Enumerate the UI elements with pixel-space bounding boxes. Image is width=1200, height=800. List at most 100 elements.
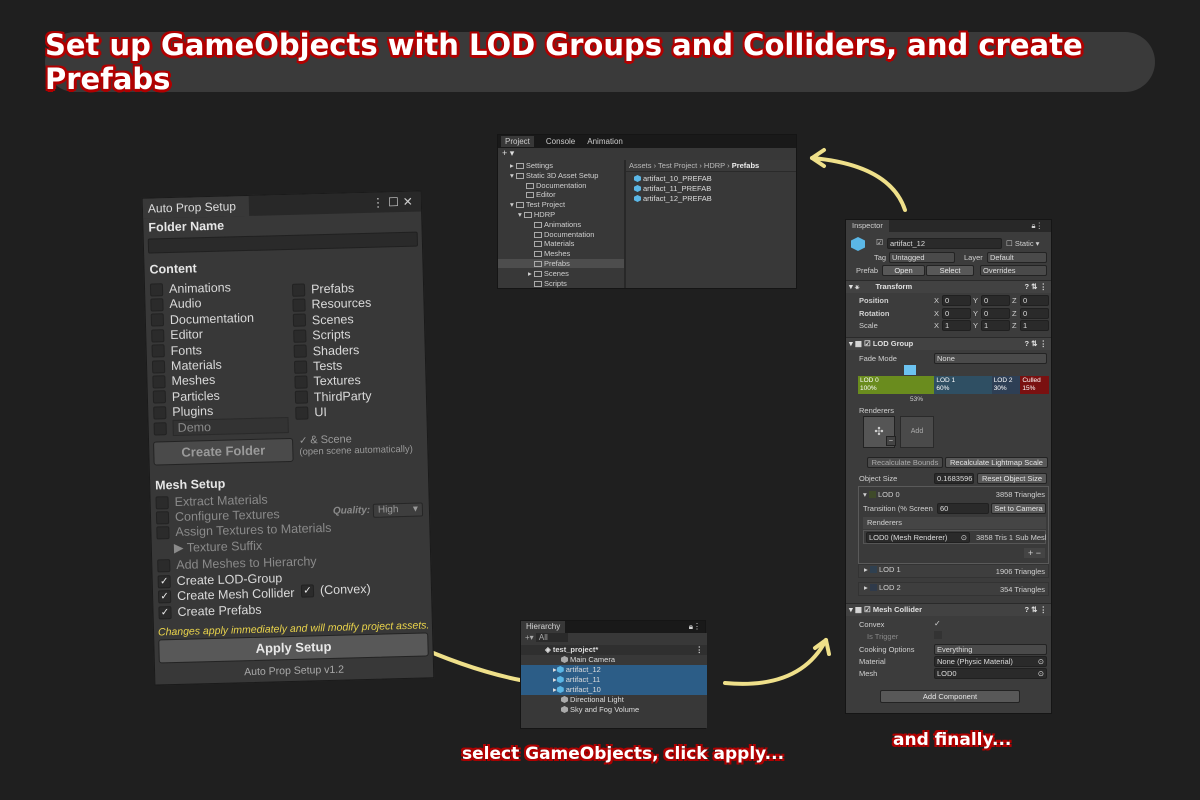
recalculate-bounds-button[interactable]: Recalculate Bounds [867, 457, 943, 468]
file-item[interactable]: artifact_10_PREFAB [634, 174, 712, 183]
assign-textures-checkbox[interactable] [156, 525, 170, 539]
object-size-field[interactable]: 0.1683596 [934, 473, 974, 484]
more-icon[interactable]: ⋮ [696, 645, 704, 655]
lock-icon[interactable]: 🔒︎⋮ [689, 622, 701, 632]
scene-row[interactable]: ◈ test_project* ⋮ [521, 645, 707, 655]
component-menu-icon[interactable]: ? ⇅ ⋮ [1024, 281, 1047, 293]
mesh-field[interactable]: LOD0 ⊙ [934, 668, 1047, 679]
content-checkbox[interactable] [294, 390, 309, 405]
content-checkbox[interactable] [291, 283, 306, 297]
component-menu-icon[interactable]: ? ⇅ ⋮ [1024, 338, 1047, 350]
create-collider-checkbox[interactable]: ✓ [157, 589, 172, 603]
transform-rotation-x-field[interactable]: 0 [942, 307, 971, 319]
transform-rotation-y-field[interactable]: 0 [981, 307, 1010, 319]
reset-object-size-button[interactable]: Reset Object Size [977, 473, 1047, 484]
hierarchy-row[interactable]: ▸ artifact_12 [521, 665, 707, 675]
object-picker-icon[interactable]: ⊙ [1038, 657, 1044, 666]
content-checkbox[interactable] [295, 406, 309, 420]
tree-item[interactable]: Materials [498, 239, 624, 248]
add-renderer-button[interactable]: Add [900, 416, 934, 448]
tree-item[interactable]: Documentation [498, 230, 624, 239]
content-checkbox[interactable] [149, 282, 164, 297]
lod-bar-lod1[interactable]: LOD 1 60% [934, 376, 992, 394]
content-checkbox[interactable] [292, 298, 306, 312]
tree-item[interactable]: Animations [498, 220, 624, 229]
set-to-camera-button[interactable]: Set to Camera [991, 503, 1046, 514]
tab-project[interactable]: Project [501, 136, 534, 147]
lod-bar-lod2[interactable]: LOD 2 30% [991, 376, 1021, 394]
content-checkbox[interactable] [293, 359, 308, 374]
content-checkbox[interactable] [150, 313, 165, 327]
tree-item[interactable]: Scripts [498, 279, 624, 288]
renderer-add-remove[interactable]: + − [1023, 548, 1045, 558]
remove-renderer-button[interactable]: − [886, 436, 896, 446]
more-icon[interactable]: ⋮ [372, 195, 388, 209]
transform-header[interactable]: ▾ ⚹ Transform ? ⇅ ⋮ [846, 280, 1051, 293]
content-checkbox[interactable] [150, 298, 164, 312]
tree-item[interactable]: Documentation [498, 181, 624, 190]
transform-position-x-field[interactable]: 0 [942, 295, 971, 306]
layer-dropdown[interactable]: Default [987, 252, 1047, 263]
tab-hierarchy[interactable]: Hierarchy [521, 621, 566, 633]
window-tab[interactable]: Auto Prop Setup [142, 195, 250, 219]
lod0-renderer-field[interactable]: LOD0 (Mesh Renderer) ⊙ [866, 532, 970, 543]
configure-textures-checkbox[interactable] [155, 510, 170, 524]
breadcrumb-hdrp[interactable]: HDRP [704, 161, 725, 170]
add-meshes-checkbox[interactable] [157, 558, 171, 572]
lod-group-header[interactable]: ▾ ▦ ☑ LOD Group ? ⇅ ⋮ [846, 337, 1051, 350]
add-component-button[interactable]: Add Component [880, 690, 1020, 703]
content-checkbox[interactable] [292, 313, 307, 328]
transform-scale-z-field[interactable]: 1 [1020, 320, 1049, 331]
maximize-icon[interactable]: ☐ [388, 195, 403, 209]
hierarchy-row[interactable]: ▸ artifact_10 [521, 685, 707, 695]
static-toggle[interactable]: ☐ Static ▾ [1006, 239, 1039, 248]
lock-icon[interactable]: 🔒︎⋮ [1026, 220, 1050, 232]
hierarchy-row[interactable]: Main Camera [521, 655, 707, 665]
expand-arrow-icon[interactable]: ▸ [553, 685, 557, 694]
material-field[interactable]: None (Physic Material) ⊙ [934, 656, 1047, 667]
tree-item[interactable]: ▾ HDRP [498, 210, 624, 219]
file-item[interactable]: artifact_11_PREFAB [634, 184, 711, 193]
create-prefabs-checkbox[interactable]: ✓ [158, 605, 172, 619]
demo-checkbox[interactable] [153, 421, 167, 436]
tab-inspector[interactable]: Inspector [846, 220, 889, 232]
object-picker-icon[interactable]: ⊙ [1038, 669, 1044, 678]
tree-item[interactable]: Meshes [498, 249, 624, 258]
tree-item[interactable]: ▾ Static 3D Asset Setup [498, 171, 624, 180]
file-item[interactable]: artifact_12_PREFAB [634, 194, 712, 203]
tree-item[interactable]: ▾ Test Project [498, 200, 624, 209]
is-trigger-checkbox[interactable] [934, 631, 942, 639]
object-name-field[interactable]: artifact_12 [887, 238, 1002, 249]
demo-input[interactable]: Demo [172, 416, 289, 437]
transform-rotation-z-field[interactable]: 0 [1020, 307, 1049, 319]
search-input[interactable]: All [535, 633, 568, 642]
mesh-collider-header[interactable]: ▾ ▦ ☑ Mesh Collider ? ⇅ ⋮ [846, 603, 1051, 616]
hierarchy-row[interactable]: ▸ artifact_11 [521, 675, 707, 685]
cooking-dropdown[interactable]: Everything [934, 644, 1047, 655]
camera-icon[interactable] [904, 365, 916, 375]
lod2-row[interactable]: ▸ LOD 2 354 Triangles [858, 582, 1049, 596]
transform-position-z-field[interactable]: 0 [1020, 295, 1049, 306]
breadcrumb-current[interactable]: Prefabs [732, 161, 760, 170]
close-icon[interactable]: ✕ [403, 195, 417, 209]
project-add-button[interactable]: + ▾ [498, 148, 796, 160]
create-lod-checkbox[interactable]: ✓ [157, 574, 171, 588]
extract-materials-checkbox[interactable] [155, 495, 169, 509]
convex-checkbox[interactable]: ✓ [300, 583, 315, 598]
convex-checkbox[interactable]: ✓ [934, 619, 941, 628]
object-picker-icon[interactable]: ⊙ [961, 533, 967, 542]
expand-arrow-icon[interactable]: ▸ [553, 665, 557, 674]
tab-animation[interactable]: Animation [587, 137, 623, 146]
content-checkbox[interactable] [293, 344, 307, 358]
open-prefab-button[interactable]: Open [882, 265, 925, 276]
hierarchy-search[interactable]: +▾ All [521, 633, 707, 644]
breadcrumb-assets[interactable]: Assets [629, 161, 652, 170]
folder-name-input[interactable] [147, 231, 419, 254]
overrides-dropdown[interactable]: Overrides [980, 265, 1047, 276]
active-checkbox[interactable]: ☑ [876, 238, 883, 247]
hierarchy-row[interactable]: Sky and Fog Volume [521, 705, 707, 715]
component-menu-icon[interactable]: ? ⇅ ⋮ [1024, 604, 1047, 616]
content-checkbox[interactable] [152, 390, 167, 404]
scene-checkmark-icon[interactable]: ✓ [299, 435, 308, 446]
content-checkbox[interactable] [151, 328, 165, 343]
